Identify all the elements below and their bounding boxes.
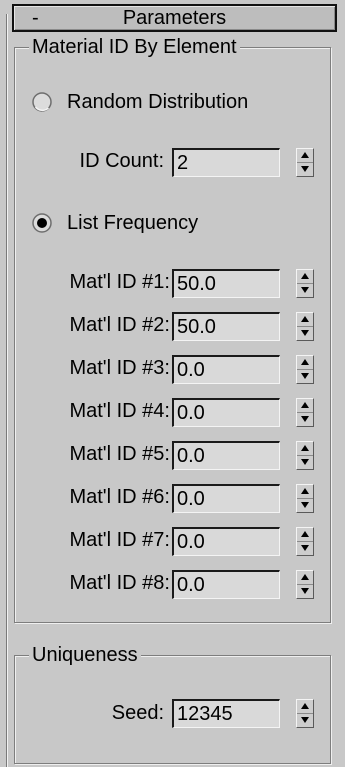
seed-spinner[interactable]: [296, 699, 314, 728]
id-count-field[interactable]: 2: [172, 148, 280, 177]
list-frequency-radio[interactable]: [31, 212, 53, 234]
matl-id-8-label: Mat'l ID #8:: [69, 572, 170, 594]
matl-id-5-spinner[interactable]: [296, 441, 314, 470]
spinner-down-icon[interactable]: [297, 370, 313, 383]
spinner-up-icon[interactable]: [297, 700, 313, 714]
matl-id-8-spinner[interactable]: [296, 570, 314, 599]
matl-id-7-label: Mat'l ID #7:: [69, 529, 170, 551]
matl-id-8-field[interactable]: 0.0: [172, 570, 280, 599]
material-id-group-legend: Material ID By Element: [29, 33, 240, 61]
id-count-spinner[interactable]: [296, 148, 314, 177]
rollout-title: Parameters: [122, 7, 227, 29]
matl-id-6-label: Mat'l ID #6:: [69, 486, 170, 508]
radio-unchecked-icon: [32, 92, 52, 112]
matl-id-5-label: Mat'l ID #5:: [69, 443, 170, 465]
spinner-down-icon[interactable]: [297, 714, 313, 727]
matl-id-1-spinner[interactable]: [296, 269, 314, 298]
matl-id-3-field[interactable]: 0.0: [172, 355, 280, 384]
spinner-up-icon[interactable]: [297, 313, 313, 327]
matl-id-5-field[interactable]: 0.0: [172, 441, 280, 470]
matl-id-1-field[interactable]: 50.0: [172, 269, 280, 298]
matl-id-7-spinner[interactable]: [296, 527, 314, 556]
matl-id-3-spinner[interactable]: [296, 355, 314, 384]
matl-id-6-spinner[interactable]: [296, 484, 314, 513]
parameters-rollout-header[interactable]: - Parameters: [12, 4, 337, 32]
seed-field[interactable]: 12345: [172, 699, 280, 728]
matl-id-2-field[interactable]: 50.0: [172, 312, 280, 341]
matl-id-4-label: Mat'l ID #4:: [69, 400, 170, 422]
spinner-up-icon[interactable]: [297, 270, 313, 284]
matl-id-4-spinner[interactable]: [296, 398, 314, 427]
spinner-down-icon[interactable]: [297, 456, 313, 469]
spinner-up-icon[interactable]: [297, 356, 313, 370]
spinner-down-icon[interactable]: [297, 284, 313, 297]
uniqueness-group-legend: Uniqueness: [29, 641, 141, 669]
matl-id-4-field[interactable]: 0.0: [172, 398, 280, 427]
spinner-up-icon[interactable]: [297, 528, 313, 542]
random-distribution-label[interactable]: Random Distribution: [67, 88, 248, 116]
seed-label: Seed:: [111, 702, 164, 724]
matl-id-7-field[interactable]: 0.0: [172, 527, 280, 556]
matl-id-1-label: Mat'l ID #1:: [69, 271, 170, 293]
spinner-up-icon[interactable]: [297, 485, 313, 499]
spinner-down-icon[interactable]: [297, 163, 313, 176]
matl-id-2-label: Mat'l ID #2:: [69, 314, 170, 336]
random-distribution-radio[interactable]: [31, 91, 53, 113]
spinner-up-icon[interactable]: [297, 149, 313, 163]
spinner-up-icon[interactable]: [297, 442, 313, 456]
spinner-down-icon[interactable]: [297, 542, 313, 555]
rollout-left-edge: [6, 14, 8, 767]
matl-id-2-spinner[interactable]: [296, 312, 314, 341]
spinner-down-icon[interactable]: [297, 413, 313, 426]
spinner-down-icon[interactable]: [297, 327, 313, 340]
matl-id-6-field[interactable]: 0.0: [172, 484, 280, 513]
spinner-up-icon[interactable]: [297, 399, 313, 413]
radio-checked-icon: [32, 213, 52, 233]
list-frequency-label[interactable]: List Frequency: [67, 209, 198, 237]
matl-id-3-label: Mat'l ID #3:: [69, 357, 170, 379]
id-count-label: ID Count:: [79, 150, 164, 172]
spinner-down-icon[interactable]: [297, 499, 313, 512]
spinner-up-icon[interactable]: [297, 571, 313, 585]
spinner-down-icon[interactable]: [297, 585, 313, 598]
